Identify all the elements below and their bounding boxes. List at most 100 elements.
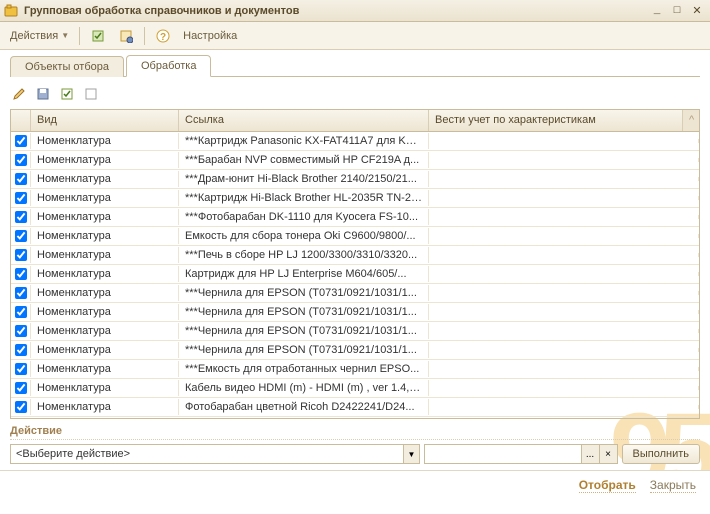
table-header: Вид Ссылка Вести учет по характеристикам… xyxy=(11,110,699,132)
table-row[interactable]: Номенклатура***Печь в сборе HP LJ 1200/3… xyxy=(11,246,699,265)
row-check[interactable] xyxy=(11,209,31,225)
select-dialog-button[interactable]: ... xyxy=(581,445,599,463)
table-row[interactable]: Номенклатура***Емкость для отработанных … xyxy=(11,360,699,379)
table-row[interactable]: Номенклатура***Фотобарабан DK-1110 для K… xyxy=(11,208,699,227)
actions-menu[interactable]: Действия ▼ xyxy=(6,26,73,46)
row-checkbox[interactable] xyxy=(15,173,27,185)
col-link[interactable]: Ссылка xyxy=(179,110,429,131)
row-checkbox[interactable] xyxy=(15,344,27,356)
save-icon[interactable] xyxy=(34,85,52,103)
table-row[interactable]: Номенклатура***Чернила для EPSON (T0731/… xyxy=(11,322,699,341)
chevron-down-icon[interactable]: ▼ xyxy=(403,445,419,463)
toolbar-separator xyxy=(79,27,80,45)
row-check[interactable] xyxy=(11,152,31,168)
clear-button[interactable]: × xyxy=(599,445,617,463)
row-link: ***Чернила для EPSON (T0731/0921/1031/1.… xyxy=(179,323,429,339)
table-row[interactable]: Номенклатура***Чернила для EPSON (T0731/… xyxy=(11,284,699,303)
row-checkbox[interactable] xyxy=(15,382,27,394)
select-link[interactable]: Отобрать xyxy=(579,478,636,493)
minimize-button[interactable]: _ xyxy=(648,3,666,19)
action-value-input[interactable]: ... × xyxy=(424,444,618,464)
toolbar-icon-1[interactable] xyxy=(86,26,110,46)
close-link[interactable]: Закрыть xyxy=(650,478,696,493)
tab-processing[interactable]: Обработка xyxy=(126,55,211,77)
col-track[interactable]: Вести учет по характеристикам xyxy=(429,110,683,131)
row-link: ***Чернила для EPSON (T0731/0921/1031/1.… xyxy=(179,304,429,320)
row-link: ***Фотобарабан DK-1110 для Kyocera FS-10… xyxy=(179,209,429,225)
row-check[interactable] xyxy=(11,266,31,282)
execute-button[interactable]: Выполнить xyxy=(622,444,700,464)
row-checkbox[interactable] xyxy=(15,401,27,413)
row-check[interactable] xyxy=(11,304,31,320)
row-link: ***Картридж Panasonic KX-FAT411A7 для KX… xyxy=(179,133,429,149)
actions-menu-label: Действия xyxy=(10,30,58,42)
row-link: ***Чернила для EPSON (T0731/0921/1031/1.… xyxy=(179,285,429,301)
row-check[interactable] xyxy=(11,133,31,149)
row-type: Номенклатура xyxy=(31,361,179,377)
row-check[interactable] xyxy=(11,171,31,187)
app-icon xyxy=(4,4,18,18)
check-all-icon[interactable] xyxy=(58,85,76,103)
row-check[interactable] xyxy=(11,190,31,206)
table-row[interactable]: НоменклатураФотобарабан цветной Ricoh D2… xyxy=(11,398,699,417)
row-check[interactable] xyxy=(11,342,31,358)
row-type: Номенклатура xyxy=(31,152,179,168)
table-row[interactable]: Номенклатура***Чернила для EPSON (T0731/… xyxy=(11,341,699,360)
row-check[interactable] xyxy=(11,285,31,301)
row-type: Номенклатура xyxy=(31,399,179,415)
row-checkbox[interactable] xyxy=(15,287,27,299)
row-check[interactable] xyxy=(11,361,31,377)
row-checkbox[interactable] xyxy=(15,192,27,204)
table-body[interactable]: Номенклатура***Картридж Panasonic KX-FAT… xyxy=(11,132,699,419)
row-check[interactable] xyxy=(11,323,31,339)
table-row[interactable]: НоменклатураКартридж для HP LJ Enterpris… xyxy=(11,265,699,284)
settings-button[interactable]: Настройка xyxy=(179,26,241,46)
row-checkbox[interactable] xyxy=(15,268,27,280)
table-row[interactable]: Номенклатура***Драм-юнит Hi-Black Brothe… xyxy=(11,170,699,189)
row-checkbox[interactable] xyxy=(15,249,27,261)
row-track xyxy=(429,386,699,390)
row-check[interactable] xyxy=(11,228,31,244)
row-track xyxy=(429,215,699,219)
table-row[interactable]: Номенклатура***Чернила для EPSON (T0731/… xyxy=(11,303,699,322)
row-track xyxy=(429,272,699,276)
action-combo[interactable]: <Выберите действие> ▼ xyxy=(10,444,420,464)
row-track xyxy=(429,291,699,295)
row-track xyxy=(429,158,699,162)
action-value-field[interactable] xyxy=(425,445,581,463)
toolbar-icon-2[interactable] xyxy=(114,26,138,46)
row-checkbox[interactable] xyxy=(15,135,27,147)
row-track xyxy=(429,196,699,200)
col-type[interactable]: Вид xyxy=(31,110,179,131)
uncheck-all-icon[interactable] xyxy=(82,85,100,103)
row-link: Кабель видео HDMI (m) - HDMI (m) , ver 1… xyxy=(179,380,429,396)
row-check[interactable] xyxy=(11,247,31,263)
row-checkbox[interactable] xyxy=(15,363,27,375)
table-row[interactable]: НоменклатураКабель видео HDMI (m) - HDMI… xyxy=(11,379,699,398)
row-checkbox[interactable] xyxy=(15,211,27,223)
footer: Отобрать Закрыть xyxy=(0,470,710,500)
row-check[interactable] xyxy=(11,380,31,396)
row-checkbox[interactable] xyxy=(15,154,27,166)
titlebar: Групповая обработка справочников и докум… xyxy=(0,0,710,22)
help-button[interactable]: ? xyxy=(151,26,175,46)
close-button[interactable]: ✕ xyxy=(688,3,706,19)
row-checkbox[interactable] xyxy=(15,306,27,318)
row-track xyxy=(429,139,699,143)
table-row[interactable]: Номенклатура***Барабан NVP совместимый H… xyxy=(11,151,699,170)
row-type: Номенклатура xyxy=(31,266,179,282)
col-check[interactable] xyxy=(11,110,31,131)
col-extra: ^ xyxy=(683,110,699,131)
row-check[interactable] xyxy=(11,399,31,415)
row-link: Картридж для HP LJ Enterprise M604/605/.… xyxy=(179,266,429,282)
row-type: Номенклатура xyxy=(31,190,179,206)
table-row[interactable]: Номенклатура***Картридж Hi-Black Brother… xyxy=(11,189,699,208)
edit-icon[interactable] xyxy=(10,85,28,103)
maximize-button[interactable]: □ xyxy=(668,3,686,19)
table-row[interactable]: НоменклатураЕмкость для сбора тонера Oki… xyxy=(11,227,699,246)
row-checkbox[interactable] xyxy=(15,230,27,242)
row-type: Номенклатура xyxy=(31,247,179,263)
table-row[interactable]: Номенклатура***Картридж Panasonic KX-FAT… xyxy=(11,132,699,151)
tab-selection[interactable]: Объекты отбора xyxy=(10,56,124,77)
row-checkbox[interactable] xyxy=(15,325,27,337)
